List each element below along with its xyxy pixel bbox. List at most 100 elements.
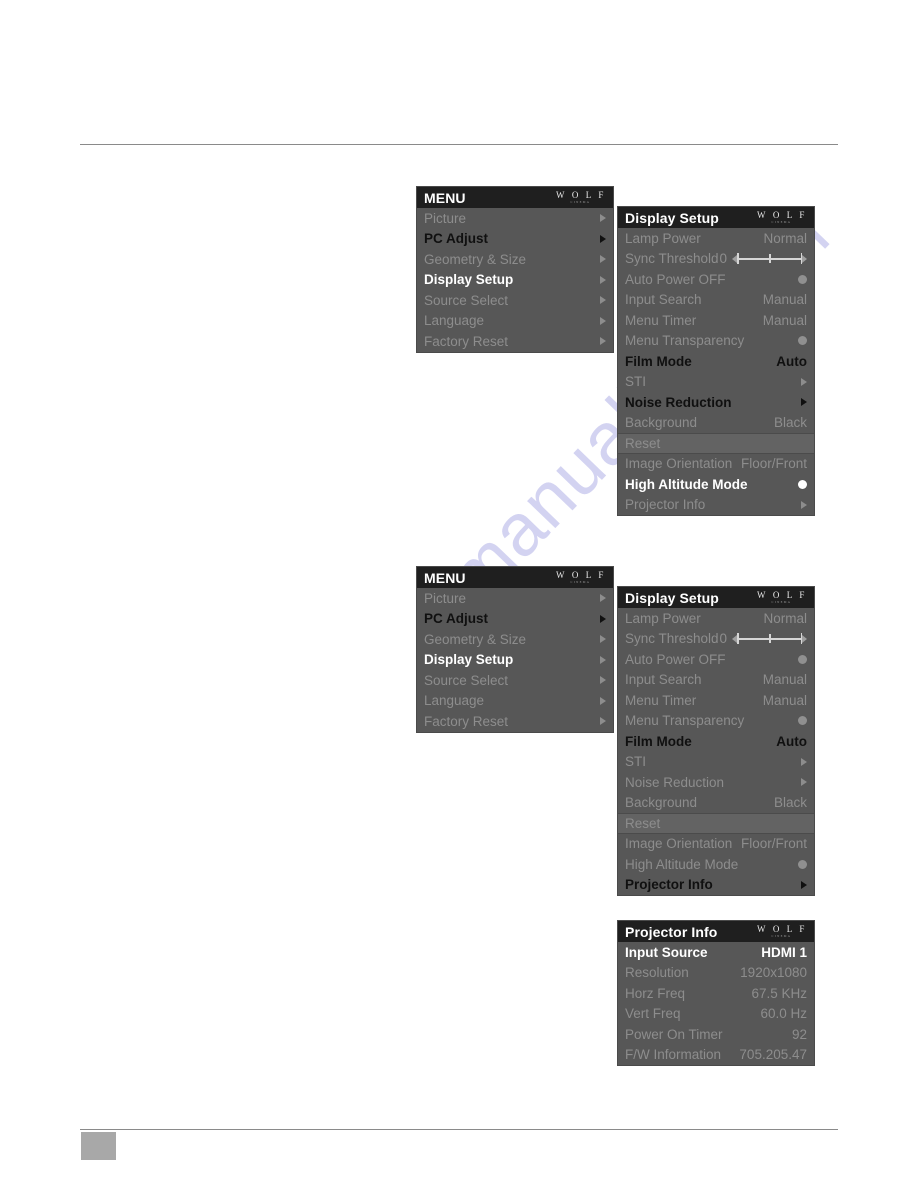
osd-row-label: Reset <box>625 815 661 831</box>
osd-row-display-setup[interactable]: Display Setup <box>417 270 613 291</box>
chevron-right-icon <box>801 377 807 386</box>
osd-row-picture[interactable]: Picture <box>417 588 613 609</box>
toggle-bullet-icon[interactable] <box>798 336 807 346</box>
osd-row-picture[interactable]: Picture <box>417 208 613 229</box>
osd-title-bar: MENU W O L F CINEMA <box>417 567 613 588</box>
osd-row-sti[interactable]: STI <box>618 752 814 773</box>
osd-row-input-search[interactable]: Input Search Manual <box>618 670 814 691</box>
osd-row-pc-adjust[interactable]: PC Adjust <box>417 609 613 630</box>
slider-track-left[interactable] <box>738 258 769 260</box>
chevron-right-icon <box>801 757 807 766</box>
osd-row-factory-reset[interactable]: Factory Reset <box>417 711 613 732</box>
osd-row-label: Source Select <box>424 292 509 308</box>
osd-row-label: Display Setup <box>424 652 514 667</box>
osd-row-label: Menu Transparency <box>625 713 745 728</box>
osd-projector-info-panel: Projector Info W O L F CINEMA Input Sour… <box>618 921 814 1065</box>
osd-row-sync-threshold[interactable]: Sync Threshold 0 <box>618 249 814 270</box>
toggle-bullet-icon[interactable] <box>798 274 807 284</box>
osd-menu-panel-bottom: MENU W O L F CINEMA Picture PC Adjust Geom… <box>417 567 613 732</box>
osd-row-menu-transparency[interactable]: Menu Transparency <box>618 331 814 352</box>
osd-row-source-select[interactable]: Source Select <box>417 290 613 311</box>
osd-row-resolution[interactable]: Resolution 1920x1080 <box>618 963 814 984</box>
slider-track-right[interactable] <box>770 638 801 640</box>
osd-row-value: Manual <box>762 292 807 307</box>
osd-row-language[interactable]: Language <box>417 691 613 712</box>
osd-row-f-w-information[interactable]: F/W Information 705.205.47 <box>618 1045 814 1066</box>
osd-row-noise-reduction[interactable]: Noise Reduction <box>618 392 814 413</box>
osd-row-image-orientation[interactable]: Image Orientation Floor/Front <box>618 834 814 855</box>
osd-row-value: Normal <box>763 230 807 246</box>
osd-row-value <box>600 614 606 623</box>
chevron-right-icon <box>600 696 606 705</box>
osd-row-value <box>798 654 807 664</box>
osd-row-lamp-power[interactable]: Lamp Power Normal <box>618 228 814 249</box>
osd-row-value: Black <box>773 795 807 810</box>
osd-row-geometry-size[interactable]: Geometry & Size <box>417 249 613 270</box>
slider-increment-icon[interactable] <box>802 254 807 263</box>
osd-row-label: Factory Reset <box>424 713 509 729</box>
osd-row-label: Power On Timer <box>625 1026 723 1042</box>
slider-control[interactable]: 0 <box>719 252 807 266</box>
slider-track-left[interactable] <box>738 638 769 640</box>
slider-increment-icon[interactable] <box>802 634 807 643</box>
osd-row-projector-info[interactable]: Projector Info <box>618 495 814 516</box>
osd-row-vert-freq[interactable]: Vert Freq 60.0 Hz <box>618 1004 814 1025</box>
osd-row-label: Vert Freq <box>625 1006 681 1021</box>
osd-row-sti[interactable]: STI <box>618 372 814 393</box>
osd-row-film-mode[interactable]: Film Mode Auto <box>618 731 814 752</box>
osd-row-pc-adjust[interactable]: PC Adjust <box>417 229 613 250</box>
toggle-bullet-icon[interactable] <box>798 654 807 664</box>
osd-row-high-altitude-mode[interactable]: High Altitude Mode <box>618 854 814 875</box>
osd-row-lamp-power[interactable]: Lamp Power Normal <box>618 608 814 629</box>
osd-row-value <box>600 296 606 305</box>
osd-row-value: 60.0 Hz <box>760 1006 807 1021</box>
osd-row-menu-timer[interactable]: Menu Timer Manual <box>618 690 814 711</box>
osd-title-bar: Display Setup W O L F CINEMA <box>618 587 814 608</box>
toggle-bullet-icon[interactable] <box>798 716 807 726</box>
osd-row-auto-power-off[interactable]: Auto Power OFF <box>618 649 814 670</box>
osd-row-image-orientation[interactable]: Image Orientation Floor/Front <box>618 454 814 475</box>
chevron-right-icon <box>600 717 606 726</box>
osd-row-sync-threshold[interactable]: Sync Threshold 0 <box>618 629 814 650</box>
toggle-bullet-icon[interactable] <box>798 859 807 869</box>
osd-row-background[interactable]: Background Black <box>618 413 814 434</box>
slider-value: 0 <box>719 631 727 646</box>
osd-row-menu-timer[interactable]: Menu Timer Manual <box>618 310 814 331</box>
wolf-logo-icon: W O L F CINEMA <box>754 925 808 938</box>
osd-row-source-select[interactable]: Source Select <box>417 670 613 691</box>
osd-row-label: High Altitude Mode <box>625 476 748 492</box>
osd-row-language[interactable]: Language <box>417 311 613 332</box>
page-number-placeholder <box>81 1132 116 1160</box>
toggle-bullet-icon[interactable] <box>798 479 807 489</box>
osd-row-high-altitude-mode[interactable]: High Altitude Mode <box>618 474 814 495</box>
osd-row-display-setup[interactable]: Display Setup <box>417 650 613 671</box>
osd-row-auto-power-off[interactable]: Auto Power OFF <box>618 269 814 290</box>
osd-row-projector-info[interactable]: Projector Info <box>618 875 814 896</box>
slider-control[interactable]: 0 <box>719 632 807 646</box>
osd-row-value: Floor/Front <box>740 836 807 851</box>
chevron-right-icon <box>600 255 606 264</box>
osd-row-factory-reset[interactable]: Factory Reset <box>417 331 613 352</box>
osd-row-power-on-timer[interactable]: Power On Timer 92 <box>618 1024 814 1045</box>
osd-row-label: Factory Reset <box>424 333 509 349</box>
osd-row-value <box>798 274 807 284</box>
osd-row-menu-transparency[interactable]: Menu Transparency <box>618 711 814 732</box>
chevron-right-icon <box>801 398 807 407</box>
osd-row-input-search[interactable]: Input Search Manual <box>618 290 814 311</box>
slider-track-right[interactable] <box>770 258 801 260</box>
osd-row-reset[interactable]: Reset <box>618 813 814 834</box>
osd-row-noise-reduction[interactable]: Noise Reduction <box>618 772 814 793</box>
chevron-right-icon <box>801 500 807 509</box>
osd-row-reset[interactable]: Reset <box>618 433 814 454</box>
osd-row-background[interactable]: Background Black <box>618 793 814 814</box>
osd-row-value: Black <box>773 415 807 430</box>
osd-row-list: Lamp Power Normal Sync Threshold 0 Auto Powe… <box>618 608 814 895</box>
osd-row-label: Film Mode <box>625 733 692 749</box>
osd-row-geometry-size[interactable]: Geometry & Size <box>417 629 613 650</box>
osd-row-film-mode[interactable]: Film Mode Auto <box>618 351 814 372</box>
osd-row-label: Projector Info <box>625 497 706 512</box>
osd-row-input-source[interactable]: Input Source HDMI 1 <box>618 942 814 963</box>
osd-row-label: Input Search <box>625 292 702 307</box>
osd-row-horz-freq[interactable]: Horz Freq 67.5 KHz <box>618 983 814 1004</box>
osd-row-label: F/W Information <box>625 1047 722 1062</box>
